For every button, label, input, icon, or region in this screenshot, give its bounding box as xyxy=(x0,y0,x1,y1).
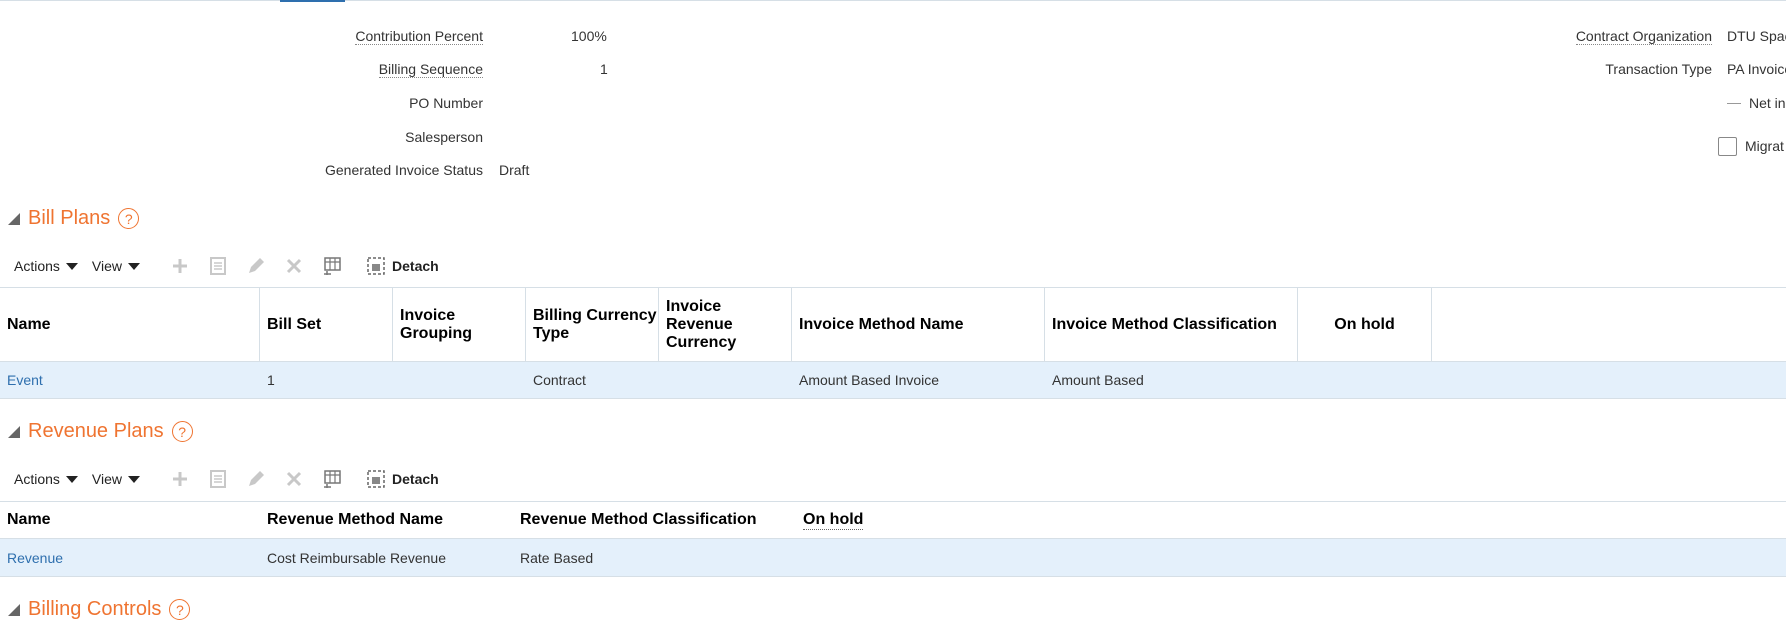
column-header-on-hold[interactable]: On hold xyxy=(1298,288,1432,361)
row-bill-set: 1 xyxy=(267,372,275,388)
delete-icon[interactable] xyxy=(282,467,306,491)
chevron-down-icon xyxy=(65,262,78,270)
chevron-down-icon xyxy=(128,262,141,270)
detach-label: Detach xyxy=(392,471,439,487)
column-header-invoice-method-classification[interactable]: Invoice Method Classification xyxy=(1045,288,1298,361)
freeze-icon[interactable] xyxy=(320,467,344,491)
row-name-link[interactable]: Revenue xyxy=(0,539,63,576)
detach-icon xyxy=(367,257,385,275)
column-header-revenue-method-classification[interactable]: Revenue Method Classification xyxy=(513,502,796,538)
edit-icon[interactable] xyxy=(244,467,268,491)
po-number-label: PO Number xyxy=(409,95,483,111)
view-label: View xyxy=(91,258,123,274)
net-invoice-label: Net in xyxy=(1749,95,1786,111)
column-header-bill-set[interactable]: Bill Set xyxy=(260,288,393,361)
chevron-down-icon xyxy=(128,475,141,483)
view-menu[interactable]: View xyxy=(91,471,141,487)
collapse-triangle-icon[interactable] xyxy=(8,603,20,616)
contract-organization-label: Contract Organization xyxy=(1575,28,1712,45)
row-invoice-revenue-currency xyxy=(659,362,666,398)
column-header-revenue-method-name[interactable]: Revenue Method Name xyxy=(260,502,513,538)
actions-menu[interactable]: Actions xyxy=(14,258,78,274)
add-icon[interactable] xyxy=(168,254,192,278)
row-revenue-method-classification: Rate Based xyxy=(520,549,594,566)
actions-menu[interactable]: Actions xyxy=(14,471,78,487)
help-icon[interactable]: ? xyxy=(118,208,140,229)
actions-label: Actions xyxy=(14,258,60,274)
transaction-type-value: PA Invoice xyxy=(1727,61,1786,77)
table-row[interactable]: Revenue Cost Reimbursable Revenue Rate B… xyxy=(0,539,1786,577)
revenue-plans-title: Revenue Plans xyxy=(28,420,164,442)
help-icon[interactable]: ? xyxy=(169,599,191,620)
actions-label: Actions xyxy=(14,471,60,487)
freeze-icon[interactable] xyxy=(320,254,344,278)
column-header-invoice-method-name[interactable]: Invoice Method Name xyxy=(792,288,1045,361)
billing-sequence-label: Billing Sequence xyxy=(378,61,483,78)
bill-plans-title: Bill Plans xyxy=(28,207,111,229)
net-invoice-dash xyxy=(1727,103,1741,104)
detach-button[interactable]: Detach xyxy=(366,256,439,276)
migrated-label: Migrat xyxy=(1745,138,1784,154)
contribution-percent-value: 100% xyxy=(571,28,607,44)
collapse-triangle-icon[interactable] xyxy=(8,212,20,225)
row-on-hold xyxy=(796,539,803,576)
column-header-invoice-grouping[interactable]: Invoice Grouping xyxy=(393,288,526,361)
help-icon[interactable]: ? xyxy=(171,421,193,442)
column-header-name[interactable]: Name xyxy=(0,502,260,538)
edit-icon[interactable] xyxy=(244,254,268,278)
add-icon[interactable] xyxy=(168,467,192,491)
contract-organization-value: DTU Spac xyxy=(1727,28,1786,44)
row-invoice-method-name: Amount Based Invoice xyxy=(799,372,940,388)
transaction-type-label: Transaction Type xyxy=(1605,61,1712,77)
salesperson-label: Salesperson xyxy=(405,129,483,145)
duplicate-icon[interactable] xyxy=(206,467,230,491)
row-invoice-method-classification: Amount Based xyxy=(1052,372,1144,388)
view-label: View xyxy=(91,471,123,487)
chevron-down-icon xyxy=(65,475,78,483)
row-on-hold xyxy=(1298,362,1305,398)
active-tab-indicator xyxy=(280,0,345,2)
detach-label: Detach xyxy=(392,258,439,274)
row-name-link[interactable]: Event xyxy=(0,362,43,398)
generated-invoice-status-value: Draft xyxy=(499,162,530,178)
row-revenue-method-name: Cost Reimbursable Revenue xyxy=(267,549,446,566)
top-divider xyxy=(0,0,1786,1)
delete-icon[interactable] xyxy=(282,254,306,278)
bill-plans-header[interactable]: Bill Plans ? xyxy=(8,207,140,230)
row-billing-currency-type: Contract xyxy=(533,372,586,388)
detach-button[interactable]: Detach xyxy=(366,469,439,489)
generated-invoice-status-label: Generated Invoice Status xyxy=(325,162,483,178)
column-header-on-hold[interactable]: On hold xyxy=(796,502,936,538)
row-invoice-grouping xyxy=(393,362,400,398)
billing-controls-title: Billing Controls xyxy=(28,598,162,620)
billing-controls-header[interactable]: Billing Controls ? xyxy=(8,598,191,621)
revenue-plans-toolbar: Actions View Detach xyxy=(14,467,439,491)
duplicate-icon[interactable] xyxy=(206,254,230,278)
collapse-triangle-icon[interactable] xyxy=(8,425,20,438)
migrated-checkbox[interactable] xyxy=(1718,137,1737,156)
detach-icon xyxy=(367,470,385,488)
billing-sequence-value: 1 xyxy=(600,61,608,77)
bill-plans-toolbar: Actions View Detach xyxy=(14,254,439,278)
view-menu[interactable]: View xyxy=(91,258,141,274)
revenue-plans-header[interactable]: Revenue Plans ? xyxy=(8,420,193,443)
column-header-billing-currency-type[interactable]: Billing Currency Type xyxy=(526,288,659,361)
contribution-percent-label: Contribution Percent xyxy=(355,28,483,45)
column-header-name[interactable]: Name xyxy=(0,288,260,361)
column-header-invoice-revenue-currency[interactable]: Invoice Revenue Currency xyxy=(659,288,792,361)
table-row[interactable]: Event 1 Contract Amount Based Invoice Am… xyxy=(0,362,1786,399)
revenue-plans-table-header: Name Revenue Method Name Revenue Method … xyxy=(0,501,1786,539)
bill-plans-table-header: Name Bill Set Invoice Grouping Billing C… xyxy=(0,287,1786,362)
